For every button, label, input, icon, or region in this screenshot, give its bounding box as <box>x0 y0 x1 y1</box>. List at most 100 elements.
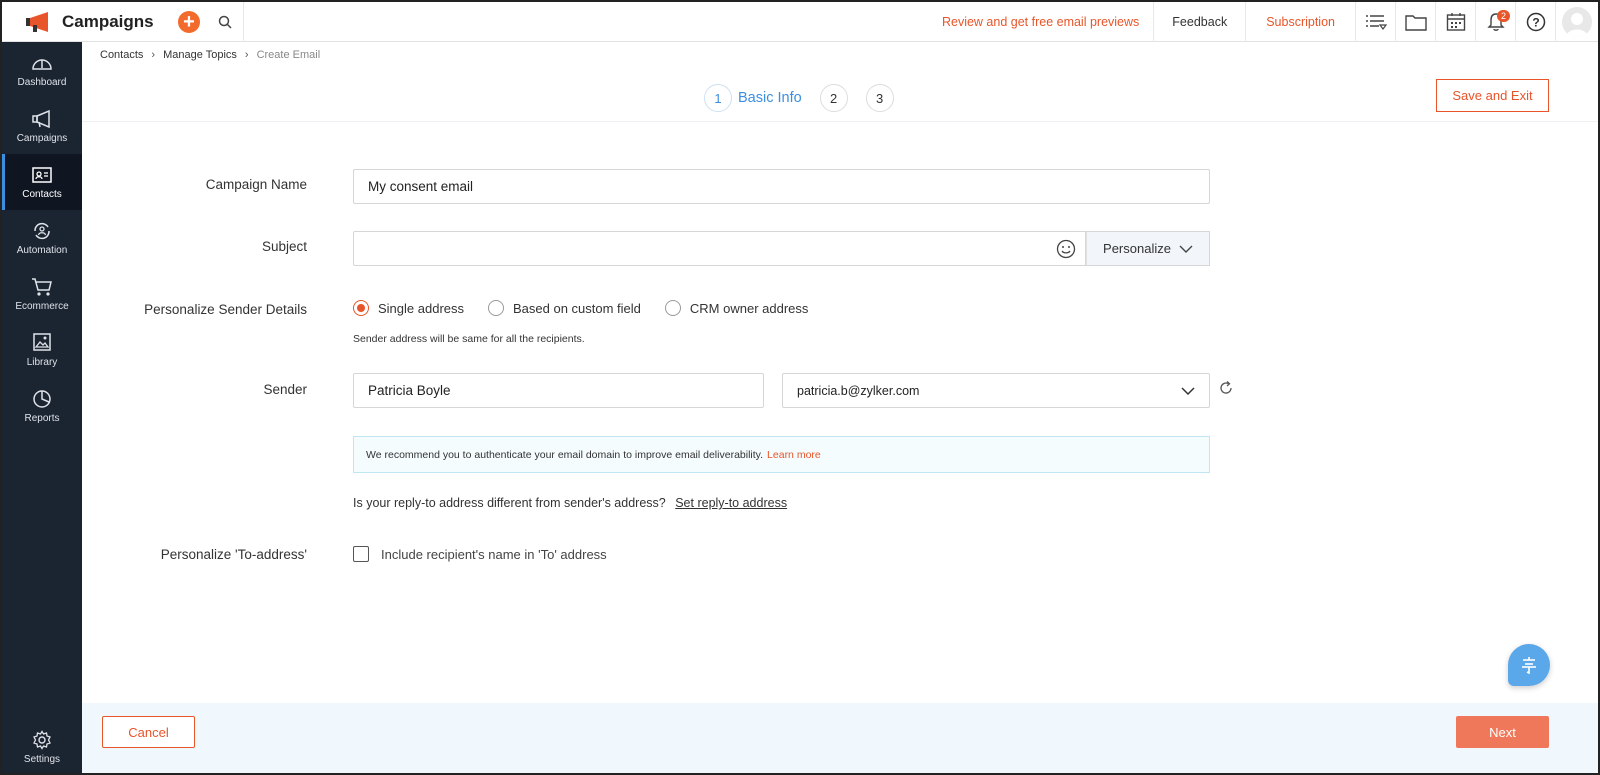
app-title: Campaigns <box>62 11 154 31</box>
personalize-label: Personalize <box>1103 241 1171 256</box>
radio-single-address[interactable]: Single address <box>353 300 464 316</box>
search-button[interactable] <box>206 2 244 42</box>
sidebar-item-dashboard[interactable]: Dashboard <box>2 42 82 98</box>
breadcrumb-contacts[interactable]: Contacts <box>100 49 143 61</box>
sender-details-radio-group: Single address Based on custom field CRM… <box>353 300 832 316</box>
info-text: We recommend you to authenticate your em… <box>366 448 764 461</box>
include-name-checkbox[interactable] <box>353 546 369 562</box>
notification-count-badge: 2 <box>1497 9 1510 22</box>
step-3[interactable]: 3 <box>865 84 894 112</box>
chevron-right-icon: › <box>151 49 156 61</box>
list-icon <box>1365 14 1387 30</box>
radio-label: CRM owner address <box>689 300 809 316</box>
checkbox-label: Include recipient's name in 'To' address <box>381 546 607 562</box>
subject-label: Subject <box>261 239 307 254</box>
sidebar-item-label: Campaigns <box>16 133 68 144</box>
svg-text:?: ? <box>1532 15 1539 29</box>
folder-icon <box>1404 14 1427 31</box>
sidebar-item-library[interactable]: Library <box>2 322 82 378</box>
cancel-button[interactable]: Cancel <box>102 716 195 748</box>
chevron-down-icon <box>1181 386 1195 395</box>
subscription-link[interactable]: Subscription <box>1246 2 1356 42</box>
radio-crm-owner[interactable]: CRM owner address <box>664 300 809 316</box>
create-new-button[interactable]: + <box>178 10 200 33</box>
review-previews-link[interactable]: Review and get free email previews <box>928 2 1155 42</box>
next-button[interactable]: Next <box>1456 716 1549 748</box>
image-library-icon <box>31 332 53 354</box>
refresh-icon[interactable] <box>1218 380 1234 401</box>
notifications-button[interactable]: 2 <box>1476 2 1516 42</box>
user-avatar-icon <box>1566 12 1588 37</box>
footer-bar: Cancel Next <box>82 703 1598 773</box>
sidebar-item-automation[interactable]: Automation <box>2 210 82 266</box>
contact-card-icon <box>31 164 53 186</box>
chat-support-button[interactable] <box>1508 644 1550 686</box>
campaign-name-input[interactable] <box>353 169 1210 204</box>
reply-to-line: Is your reply-to address different from … <box>353 496 787 510</box>
sidebar-item-settings[interactable]: Settings <box>2 719 82 773</box>
step-indicator: 1 Basic Info 2 3 <box>704 84 894 112</box>
chat-icon <box>1522 657 1536 675</box>
set-reply-to-link[interactable]: Set reply-to address <box>675 496 787 510</box>
sidebar-item-label: Settings <box>23 754 61 765</box>
step-2[interactable]: 2 <box>819 84 848 112</box>
calendar-button[interactable] <box>1436 2 1476 42</box>
folder-button[interactable] <box>1396 2 1436 42</box>
sidebar-item-label: Library <box>26 357 58 368</box>
sidebar-item-label: Reports <box>24 413 60 424</box>
to-address-label: Personalize 'To-address' <box>160 547 307 562</box>
breadcrumb: Contacts › Manage Topics › Create Email <box>100 49 320 61</box>
help-button[interactable]: ? <box>1516 2 1556 42</box>
chevron-right-icon: › <box>244 49 249 61</box>
sender-label: Sender <box>263 382 307 397</box>
search-icon <box>218 15 232 29</box>
radio-label: Single address <box>378 300 464 316</box>
gear-icon <box>32 729 52 751</box>
breadcrumb-manage-topics[interactable]: Manage Topics <box>163 49 237 61</box>
avatar[interactable] <box>1562 6 1592 37</box>
save-and-exit-button[interactable]: Save and Exit <box>1436 79 1549 112</box>
sender-email-select[interactable]: patricia.b@zylker.com <box>782 373 1210 408</box>
sender-email-value: patricia.b@zylker.com <box>797 383 920 398</box>
header-divider <box>82 121 1598 122</box>
sidebar-item-label: Ecommerce <box>15 301 69 312</box>
emoji-button[interactable] <box>1046 231 1086 266</box>
sidebar-item-ecommerce[interactable]: Ecommerce <box>2 266 82 322</box>
radio-indicator <box>488 300 504 316</box>
top-bar: Campaigns + Review and get free email pr… <box>2 2 1598 42</box>
sidebar: Dashboard Campaigns Contacts Automation … <box>2 42 82 773</box>
sidebar-item-campaigns[interactable]: Campaigns <box>2 98 82 154</box>
calendar-icon <box>1446 12 1465 31</box>
sidebar-item-contacts[interactable]: Contacts <box>2 154 82 210</box>
cart-icon <box>31 276 53 298</box>
sidebar-item-label: Dashboard <box>17 77 67 88</box>
automation-icon <box>31 220 53 242</box>
subject-input[interactable] <box>353 231 1047 266</box>
domain-auth-info-box: We recommend you to authenticate your em… <box>353 436 1210 473</box>
sidebar-item-label: Automation <box>16 245 68 256</box>
step-1[interactable]: 1 <box>704 84 732 112</box>
radio-selected-indicator <box>353 300 369 316</box>
main-content: Contacts › Manage Topics › Create Email … <box>82 42 1598 773</box>
sidebar-item-reports[interactable]: Reports <box>2 378 82 434</box>
feedback-link[interactable]: Feedback <box>1154 2 1247 42</box>
sender-name-input[interactable] <box>353 373 764 408</box>
learn-more-link[interactable]: Learn more <box>767 449 821 461</box>
help-icon: ? <box>1526 12 1545 31</box>
smiley-icon <box>1056 239 1075 258</box>
radio-custom-field[interactable]: Based on custom field <box>488 300 641 316</box>
chevron-down-icon <box>1179 245 1193 253</box>
pie-chart-icon <box>31 388 53 410</box>
sender-details-label: Personalize Sender Details <box>144 302 307 317</box>
breadcrumb-current: Create Email <box>256 49 321 61</box>
campaigns-logo-icon <box>24 11 52 33</box>
app-window: Campaigns + Review and get free email pr… <box>0 0 1600 775</box>
sender-hint-text: Sender address will be same for all the … <box>353 333 585 345</box>
radio-indicator <box>664 300 681 316</box>
brand[interactable]: Campaigns <box>2 2 170 42</box>
sidebar-item-label: Contacts <box>22 189 62 200</box>
list-button[interactable] <box>1356 2 1396 42</box>
personalize-dropdown[interactable]: Personalize <box>1086 231 1210 266</box>
to-address-checkbox-row[interactable]: Include recipient's name in 'To' address <box>353 546 607 562</box>
step-1-label: Basic Info <box>738 90 802 106</box>
